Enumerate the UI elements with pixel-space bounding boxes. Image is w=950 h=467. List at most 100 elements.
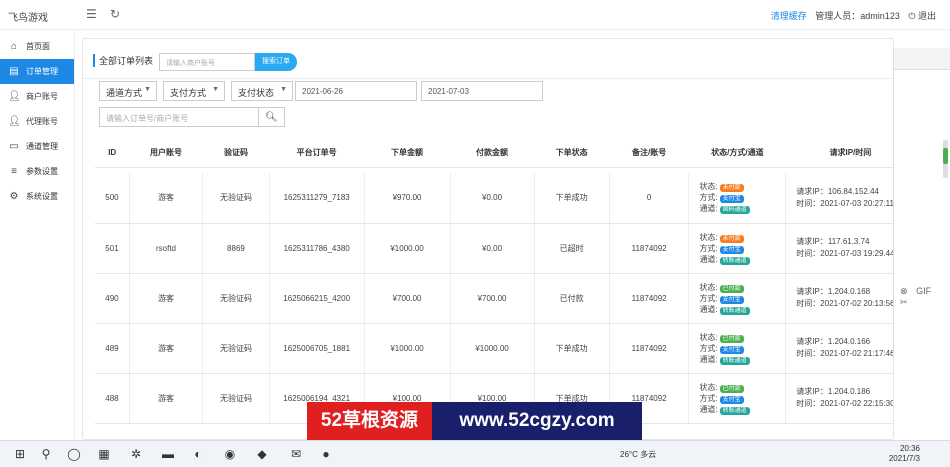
col-state-method-channel: 状态/方式/通道: [688, 139, 786, 168]
cell-order-no: 1625311786_4380: [269, 223, 365, 274]
pay-method-select[interactable]: 支付方式 ▼: [163, 81, 225, 101]
cell-order-no: 1625066215_4200: [269, 273, 365, 324]
sidebar-item-home[interactable]: ⌂ 首页面: [0, 34, 74, 59]
channel-label: 通道:: [699, 404, 718, 414]
pay-method-select-value: 支付方式: [170, 88, 207, 98]
sidebar-item-merchants[interactable]: 👤︎ 商户账号: [0, 84, 74, 109]
folder-icon[interactable]: ▬: [160, 446, 176, 462]
search-icon[interactable]: ⚲: [38, 446, 54, 462]
page-title: 全部订单列表: [93, 54, 153, 67]
state-label: 状态:: [699, 182, 718, 192]
power-icon[interactable]: ⏻: [908, 11, 915, 21]
top-bar: 飞鸟游戏 ☰ ↻ 清理缓存 管理人员：admin123 ⏻ 退出: [0, 0, 950, 30]
method-label: 方式:: [699, 343, 718, 353]
watermark-left: 52草根资源: [307, 402, 432, 440]
sidebar-item-label: 系统设置: [26, 192, 58, 201]
close-circle-icon[interactable]: ⊗: [900, 286, 908, 296]
app-icon[interactable]: ●: [318, 446, 334, 462]
cell-code: 8869: [202, 223, 270, 274]
table-row: 489 游客 无验证码 1625006705_1881 ¥1000.00 ¥1000.00…: [95, 323, 894, 374]
sidebar-item-system[interactable]: ⚙ 系统设置: [0, 184, 74, 209]
col-ip-time: 请求IP/时间: [785, 139, 893, 168]
keyword-input[interactable]: 请输入订单号/商户账号: [99, 107, 259, 127]
col-id: ID: [95, 139, 130, 168]
channel-badge: 转账通道: [719, 306, 750, 315]
sidebar-item-agents[interactable]: 👤︎ 代理账号: [0, 109, 74, 134]
task-view-icon[interactable]: ◯: [66, 446, 82, 462]
search-icon[interactable]: 🔍︎: [259, 107, 285, 127]
sidebar-item-channels[interactable]: ▭ 通道管理: [0, 134, 74, 159]
search-order-button[interactable]: 搜索订单: [255, 53, 297, 71]
cell-order-status: 已付款: [534, 273, 610, 324]
scissors-icon[interactable]: ✂: [900, 297, 908, 307]
cell-state-method-channel: 状态: 未付款 方式: 支付宝 通道: 固码通道: [688, 173, 787, 224]
chevron-down-icon: ▼: [280, 86, 287, 93]
cell-remark: 0: [609, 173, 690, 224]
chrome-browser-icon[interactable]: ◉: [222, 446, 238, 462]
windows-start-icon[interactable]: ⊞: [12, 446, 28, 462]
merchant-search-input[interactable]: 请输入商户账号: [159, 53, 255, 71]
cell-user: 游客: [129, 323, 204, 374]
cell-code: 无验证码: [202, 173, 270, 224]
cell-ip-time: 请求IP：1.204.0.168 时间：2021-07-02 20:13:56: [785, 273, 893, 324]
table-row: 501 rsoftd 8869 1625311786_4380 ¥1000.00 ¥0.0…: [95, 223, 893, 274]
sidebar-item-label: 代理账号: [26, 117, 58, 126]
col-order-amount: 下单金额: [364, 139, 451, 168]
col-code: 验证码: [202, 139, 270, 168]
cell-order-amount: ¥970.00: [364, 173, 451, 224]
app-icon[interactable]: ✲: [128, 446, 144, 462]
col-user: 用户账号: [129, 139, 203, 168]
wechat-icon[interactable]: ✉: [288, 446, 304, 462]
list-icon: ▤: [9, 66, 19, 77]
request-ip: 请求IP：106.84.152.44: [796, 186, 879, 196]
cell-ip-time: 请求IP：106.84.152.44 时间：2021-07-03 20:27:11: [785, 173, 893, 224]
cell-order-status: 已超时: [534, 223, 610, 274]
weather-widget[interactable]: 26°C 多云: [620, 449, 656, 460]
panel-scrollbar[interactable]: [943, 140, 948, 178]
watermark-banner: 52草根资源 www.52cgzy.com: [307, 402, 642, 440]
app-icon[interactable]: ◆: [254, 446, 270, 462]
method-badge: 支付宝: [719, 295, 744, 304]
sidebar-item-label: 通道管理: [26, 142, 58, 151]
widgets-icon[interactable]: ▦: [96, 446, 112, 462]
cell-order-status: 下单成功: [534, 173, 610, 224]
panel-header: [894, 48, 950, 70]
sidebar-item-orders[interactable]: ▤ 订单管理: [0, 59, 74, 84]
col-remark: 备注/账号: [609, 139, 689, 168]
gif-icon[interactable]: GIF: [916, 286, 931, 296]
edge-browser-icon[interactable]: ◐: [190, 446, 206, 462]
cell-user: 游客: [129, 373, 204, 424]
cell-user: 游客: [129, 173, 204, 224]
request-time: 时间：2021-07-02 21:17:46: [796, 349, 894, 358]
os-taskbar: ⊞ ⚲ ◯ ▦ ✲ ▬ ◐ ◉ ◆ ✉ ● 26°C 多云 20:36 2021…: [0, 440, 950, 467]
col-order-no: 平台订单号: [269, 139, 364, 168]
state-badge: 未付款: [719, 234, 744, 243]
orders-table: ID 用户账号 验证码 平台订单号 下单金额 付款金额 下单状态 备注/账号 状…: [95, 139, 894, 424]
channel-badge: 转账通道: [719, 356, 750, 365]
end-date-input[interactable]: 2021-07-03: [421, 81, 543, 101]
cell-user: rsoftd: [129, 223, 204, 274]
refresh-icon[interactable]: ↻: [110, 7, 120, 21]
method-badge: 支付宝: [719, 245, 744, 254]
state-badge: 已付款: [719, 284, 744, 293]
start-date-input[interactable]: 2021-06-26: [295, 81, 417, 101]
user-icon: 👤︎: [8, 116, 21, 127]
home-icon: ⌂: [10, 41, 18, 52]
cell-paid-amount: ¥0.00: [450, 173, 535, 224]
scrollbar-thumb[interactable]: [943, 148, 948, 164]
cell-ip-time: 请求IP：1.204.0.186 时间：2021-07-02 22:15:30: [785, 373, 893, 424]
status-select-value: 支付状态: [238, 88, 275, 98]
channel-select[interactable]: 通道方式 ▼: [99, 81, 157, 101]
chevron-down-icon: ▼: [144, 86, 151, 93]
clock[interactable]: 20:36 2021/7/3: [889, 444, 920, 464]
hamburger-icon[interactable]: ☰: [86, 7, 97, 21]
state-badge: 已付款: [719, 384, 744, 393]
cell-paid-amount: ¥700.00: [450, 273, 535, 324]
sidebar-item-params[interactable]: ≡ 参数设置: [0, 159, 74, 184]
logout-link[interactable]: 退出: [918, 11, 936, 21]
channel-label: 通道:: [699, 354, 718, 364]
clear-cache-link[interactable]: 清理缓存: [771, 11, 807, 21]
cell-state-method-channel: 状态: 已付款 方式: 支付宝 通道: 转账通道: [688, 273, 787, 324]
status-select[interactable]: 支付状态 ▼: [231, 81, 293, 101]
cell-order-no: 1625311279_7183: [269, 173, 365, 224]
